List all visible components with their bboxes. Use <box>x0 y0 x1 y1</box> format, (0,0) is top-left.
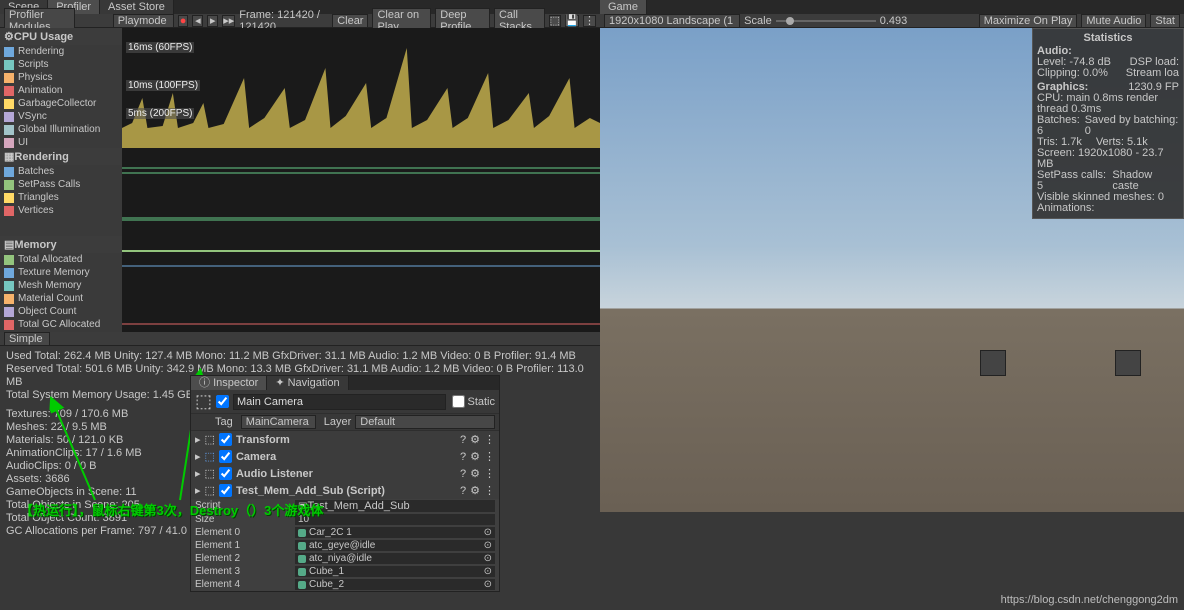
help-icon[interactable]: ? <box>460 468 466 480</box>
legend-item[interactable]: Total GC Allocated <box>0 318 122 331</box>
clear-button[interactable]: Clear <box>332 14 368 28</box>
stats-button[interactable]: Stat <box>1150 14 1180 28</box>
cube-1 <box>980 350 1006 376</box>
tag-dropdown[interactable]: MainCamera <box>241 415 316 429</box>
tab-asset-store[interactable]: Asset Store <box>100 0 174 14</box>
save-icon[interactable]: 💾 <box>565 15 579 27</box>
active-checkbox[interactable] <box>216 395 229 408</box>
legend-item[interactable]: Material Count <box>0 292 122 305</box>
menu-icon[interactable]: ⋮ <box>583 15 596 27</box>
legend-item[interactable]: Vertices <box>0 204 122 217</box>
record-icon[interactable]: ● <box>178 15 189 27</box>
annotation-text: 【热运行】，鼠标右键第3次，Destroy（）3个游戏体 <box>20 500 323 519</box>
cube-2 <box>1115 350 1141 376</box>
settings-icon[interactable]: ⚙ <box>470 433 480 446</box>
memory-graph[interactable] <box>122 236 600 332</box>
object-field[interactable]: Cube_1⊙ <box>295 566 495 577</box>
cpu-graph[interactable]: 16ms (60FPS) 10ms (100FPS) 5ms (200FPS) <box>122 28 600 148</box>
legend-item[interactable]: Object Count <box>0 305 122 318</box>
legend-item[interactable]: Rendering <box>0 45 122 58</box>
settings-icon[interactable]: ⚙ <box>470 450 480 463</box>
details-mode-dropdown[interactable]: Simple <box>4 332 50 346</box>
object-field[interactable]: Car_2C 1⊙ <box>295 527 495 538</box>
maximize-button[interactable]: Maximize On Play <box>979 14 1078 28</box>
scale-slider[interactable] <box>776 20 876 22</box>
legend-item[interactable]: GarbageCollector <box>0 97 122 110</box>
script-field[interactable]: ▣ Test_Mem_Add_Sub <box>295 500 495 512</box>
statistics-panel: Statistics Audio: Level: -74.8 dBDSP loa… <box>1032 28 1184 219</box>
component-header[interactable]: ▸ ⬚ Audio Listener? ⚙ ⋮ <box>191 465 499 482</box>
menu-icon[interactable]: ⋮ <box>484 467 495 480</box>
memory-header[interactable]: ▤ Memory <box>0 236 122 253</box>
legend-item[interactable]: Total Allocated <box>0 253 122 266</box>
last-frame-icon[interactable]: ▸▸ <box>222 15 235 27</box>
inspector-panel: ⓘ Inspector ✦ Navigation ⬚ Static Tag Ma… <box>190 375 500 592</box>
object-field[interactable]: atc_geye@idle⊙ <box>295 540 495 551</box>
prev-frame-icon[interactable]: ◂ <box>192 15 203 27</box>
component-header[interactable]: ▸ ⬚ Test_Mem_Add_Sub (Script)? ⚙ ⋮ <box>191 482 499 499</box>
resolution-dropdown[interactable]: 1920x1080 Landscape (1 <box>604 14 740 28</box>
load-icon[interactable]: ⬚ <box>549 15 561 27</box>
watermark: https://blog.csdn.net/chenggong2dm <box>1001 594 1178 606</box>
legend-item[interactable]: Physics <box>0 71 122 84</box>
menu-icon[interactable]: ⋮ <box>484 484 495 497</box>
legend-item[interactable]: Scripts <box>0 58 122 71</box>
help-icon[interactable]: ? <box>460 434 466 446</box>
static-checkbox[interactable] <box>452 395 465 408</box>
object-field[interactable]: Cube_2⊙ <box>295 579 495 590</box>
menu-icon[interactable]: ⋮ <box>484 433 495 446</box>
legend-item[interactable]: Animation <box>0 84 122 97</box>
menu-icon[interactable]: ⋮ <box>484 450 495 463</box>
legend-item[interactable]: Triangles <box>0 191 122 204</box>
settings-icon[interactable]: ⚙ <box>470 484 480 497</box>
tab-game[interactable]: Game <box>600 0 647 14</box>
component-header[interactable]: ▸ ⬚ Transform? ⚙ ⋮ <box>191 431 499 448</box>
legend-item[interactable]: Texture Memory <box>0 266 122 279</box>
playmode-dropdown[interactable]: Playmode <box>113 14 174 28</box>
size-field[interactable]: 10 <box>295 514 495 525</box>
help-icon[interactable]: ? <box>460 485 466 497</box>
name-field[interactable] <box>233 394 446 410</box>
legend-item[interactable]: VSync <box>0 110 122 123</box>
scale-label: Scale <box>744 15 772 27</box>
legend-item[interactable]: Batches <box>0 165 122 178</box>
rendering-graph[interactable] <box>122 148 600 236</box>
tab-navigation[interactable]: ✦ Navigation <box>267 376 348 390</box>
component-header[interactable]: ▸ ⬚ Camera? ⚙ ⋮ <box>191 448 499 465</box>
cpu-header[interactable]: ⚙ CPU Usage <box>0 28 122 45</box>
scale-value: 0.493 <box>880 15 908 27</box>
mute-button[interactable]: Mute Audio <box>1081 14 1146 28</box>
tab-inspector[interactable]: ⓘ Inspector <box>191 376 267 390</box>
layer-dropdown[interactable]: Default <box>355 415 495 429</box>
rendering-header[interactable]: ▦ Rendering <box>0 148 122 165</box>
object-field[interactable]: atc_niya@idle⊙ <box>295 553 495 564</box>
settings-icon[interactable]: ⚙ <box>470 467 480 480</box>
gameobject-icon: ⬚ <box>195 391 212 412</box>
legend-item[interactable]: Global Illumination <box>0 123 122 136</box>
legend-item[interactable]: Mesh Memory <box>0 279 122 292</box>
next-frame-icon[interactable]: ▸ <box>207 15 218 27</box>
help-icon[interactable]: ? <box>460 451 466 463</box>
legend-item[interactable]: SetPass Calls <box>0 178 122 191</box>
